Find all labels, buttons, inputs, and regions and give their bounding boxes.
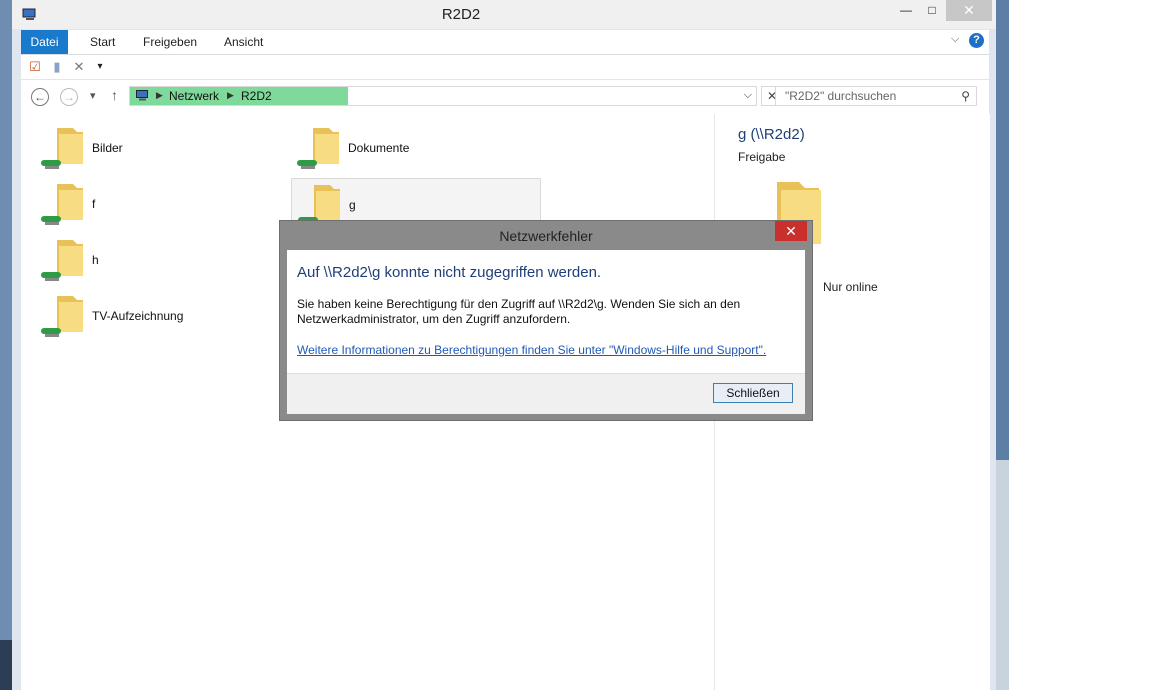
details-subtitle: Freigabe	[738, 150, 786, 164]
details-status: Nur online	[823, 280, 878, 294]
dialog-close-button[interactable]: ✕	[775, 221, 807, 241]
folder-name: Bilder	[92, 141, 123, 155]
dialog-message: Sie haben keine Berechtigung für den Zug…	[297, 297, 741, 326]
folder-name: f	[92, 197, 96, 211]
breadcrumb-separator-icon[interactable]: ▶	[227, 90, 234, 101]
breadcrumb-r2d2[interactable]: R2D2	[241, 89, 272, 103]
desktop-background-right	[996, 0, 1009, 690]
delete-icon[interactable]: ✕	[71, 59, 87, 75]
dialog-body: Auf \\R2d2\g konnte nicht zugegriffen we…	[287, 250, 805, 373]
folder-item-tv-aufzeichnung[interactable]: TV-Aufzeichnung	[21, 288, 271, 344]
folder-item-bilder[interactable]: Bilder	[21, 120, 271, 176]
forward-button[interactable]: →	[60, 88, 78, 106]
desktop-decoration	[996, 460, 1009, 690]
recent-locations-button[interactable]: ▾	[90, 89, 96, 102]
address-bar[interactable]: ▶ Netzwerk ▶ R2D2 ⌵	[129, 86, 757, 106]
dialog-footer: Schließen	[287, 373, 805, 414]
chevron-down-icon[interactable]: ⌵	[951, 33, 959, 46]
up-button[interactable]: ↑	[111, 87, 118, 103]
title-bar: R2D2 — □ ✕	[12, 0, 996, 29]
network-folder-icon	[41, 296, 83, 337]
tab-share[interactable]: Freigeben	[133, 30, 207, 54]
address-dropdown-icon[interactable]: ⌵	[744, 89, 752, 102]
navigation-bar: ← → ▾ ↑ ▶ Netzwerk ▶ R2D2 ⌵ ✕ "R2D2" dur…	[21, 80, 989, 114]
folder-name: g	[349, 198, 356, 212]
new-folder-icon[interactable]: ▮	[49, 59, 65, 75]
network-folder-icon	[41, 240, 83, 281]
back-button[interactable]: ←	[31, 88, 49, 106]
quick-access-toolbar: ☑ ▮ ✕ ▾	[21, 55, 989, 80]
tab-file[interactable]: Datei	[21, 30, 68, 54]
window-title: R2D2	[441, 6, 481, 23]
network-folder-icon	[41, 128, 83, 169]
folder-name: Dokumente	[348, 141, 410, 155]
network-folder-icon	[41, 184, 83, 225]
tab-view[interactable]: Ansicht	[214, 30, 273, 54]
folder-item-h[interactable]: h	[21, 232, 271, 288]
maximize-button[interactable]: □	[916, 0, 948, 21]
folder-name: h	[92, 253, 99, 267]
search-placeholder: "R2D2" durchsuchen	[785, 89, 897, 103]
desktop-decoration	[0, 640, 12, 690]
search-input[interactable]: "R2D2" durchsuchen ⚲	[775, 86, 977, 106]
desktop-background-left	[0, 0, 12, 690]
help-icon[interactable]: ?	[969, 33, 984, 48]
search-icon[interactable]: ⚲	[961, 87, 970, 105]
close-button[interactable]: ✕	[946, 0, 992, 21]
network-folder-icon	[297, 128, 339, 169]
customize-toolbar-icon[interactable]: ▾	[92, 59, 108, 75]
help-link[interactable]: Weitere Informationen zu Berechtigungen …	[297, 343, 766, 357]
network-error-dialog: Netzwerkfehler ✕ Auf \\R2d2\g konnte nic…	[279, 220, 813, 421]
folder-item-dokumente[interactable]: Dokumente	[277, 120, 527, 176]
folder-name: TV-Aufzeichnung	[92, 309, 184, 323]
breadcrumb-separator-icon[interactable]: ▶	[156, 90, 163, 101]
breadcrumb-netzwerk[interactable]: Netzwerk	[169, 89, 219, 103]
close-dialog-button[interactable]: Schließen	[713, 383, 793, 403]
folder-item-f[interactable]: f	[21, 176, 271, 232]
dialog-heading: Auf \\R2d2\g konnte nicht zugegriffen we…	[297, 264, 602, 281]
details-title: g (\\R2d2)	[738, 126, 805, 143]
ribbon-tabs: Datei Start Freigeben Ansicht	[21, 30, 989, 55]
dialog-title: Netzwerkfehler	[499, 228, 593, 244]
network-computer-icon	[136, 90, 148, 101]
properties-icon[interactable]: ☑	[27, 59, 43, 75]
tab-start[interactable]: Start	[80, 30, 125, 54]
